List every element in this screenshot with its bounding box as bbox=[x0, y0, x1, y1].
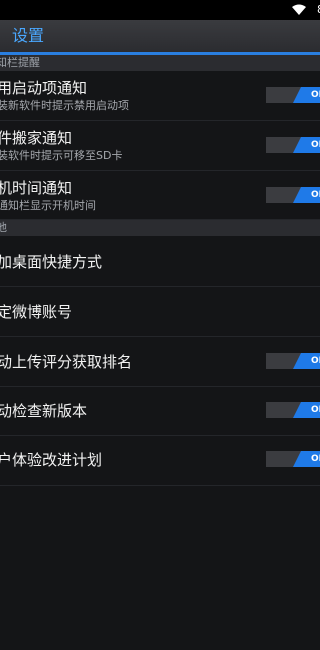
setting-row-move-app-notify[interactable]: 件搬家通知 装软件时提示可移至SD卡 ON bbox=[0, 121, 320, 171]
setting-title: 件搬家通知 bbox=[0, 129, 73, 147]
section-header-other: 他 bbox=[0, 220, 320, 236]
setting-title: 机时间通知 bbox=[0, 179, 73, 197]
boot-time-notify-toggle[interactable]: ON bbox=[266, 187, 320, 203]
toggle-state-label: ON bbox=[311, 90, 320, 100]
setting-title: 用启动项通知 bbox=[0, 79, 88, 97]
setting-row-boot-time-notify[interactable]: 机时间通知 通知栏显示开机时间 ON bbox=[0, 171, 320, 220]
section-label: 他 bbox=[0, 221, 7, 234]
setting-title: 定微博账号 bbox=[0, 303, 73, 321]
toggle-state-label: ON bbox=[311, 405, 320, 415]
upload-score-toggle[interactable]: ON bbox=[266, 353, 320, 369]
setting-row-auto-update-check[interactable]: 动检查新版本 ON bbox=[0, 387, 320, 436]
wifi-icon bbox=[292, 4, 306, 15]
status-bar: 8 bbox=[0, 0, 320, 20]
setting-row-bind-weibo[interactable]: 定微博账号 bbox=[0, 287, 320, 337]
setting-title: 加桌面快捷方式 bbox=[0, 253, 103, 271]
setting-row-upload-score[interactable]: 动上传评分获取排名 ON bbox=[0, 337, 320, 387]
page-title: 设置 bbox=[12, 26, 45, 45]
toggle-state-label: ON bbox=[311, 190, 320, 200]
setting-subtitle: 通知栏显示开机时间 bbox=[0, 199, 96, 212]
setting-title: 动上传评分获取排名 bbox=[0, 353, 133, 371]
auto-update-check-toggle[interactable]: ON bbox=[266, 402, 320, 418]
app-header: 设置 bbox=[0, 20, 320, 55]
startup-notify-toggle[interactable]: ON bbox=[266, 87, 320, 103]
setting-title: 动检查新版本 bbox=[0, 402, 88, 420]
toggle-state-label: ON bbox=[311, 356, 320, 366]
settings-screen: 8 设置 知栏提醒 用启动项通知 装新软件时提示禁用启动项 ON 件搬家通知 装… bbox=[0, 0, 320, 650]
setting-row-startup-notify[interactable]: 用启动项通知 装新软件时提示禁用启动项 ON bbox=[0, 71, 320, 121]
section-header-notifications: 知栏提醒 bbox=[0, 55, 320, 71]
setting-row-add-shortcut[interactable]: 加桌面快捷方式 bbox=[0, 237, 320, 287]
ux-program-toggle[interactable]: ON bbox=[266, 451, 320, 467]
setting-row-ux-program[interactable]: 户体验改进计划 ON bbox=[0, 436, 320, 486]
setting-subtitle: 装软件时提示可移至SD卡 bbox=[0, 149, 123, 162]
toggle-state-label: ON bbox=[311, 454, 320, 464]
toggle-state-label: ON bbox=[311, 140, 320, 150]
move-app-notify-toggle[interactable]: ON bbox=[266, 137, 320, 153]
setting-subtitle: 装新软件时提示禁用启动项 bbox=[0, 99, 129, 112]
section-label: 知栏提醒 bbox=[0, 56, 40, 69]
setting-title: 户体验改进计划 bbox=[0, 451, 103, 469]
